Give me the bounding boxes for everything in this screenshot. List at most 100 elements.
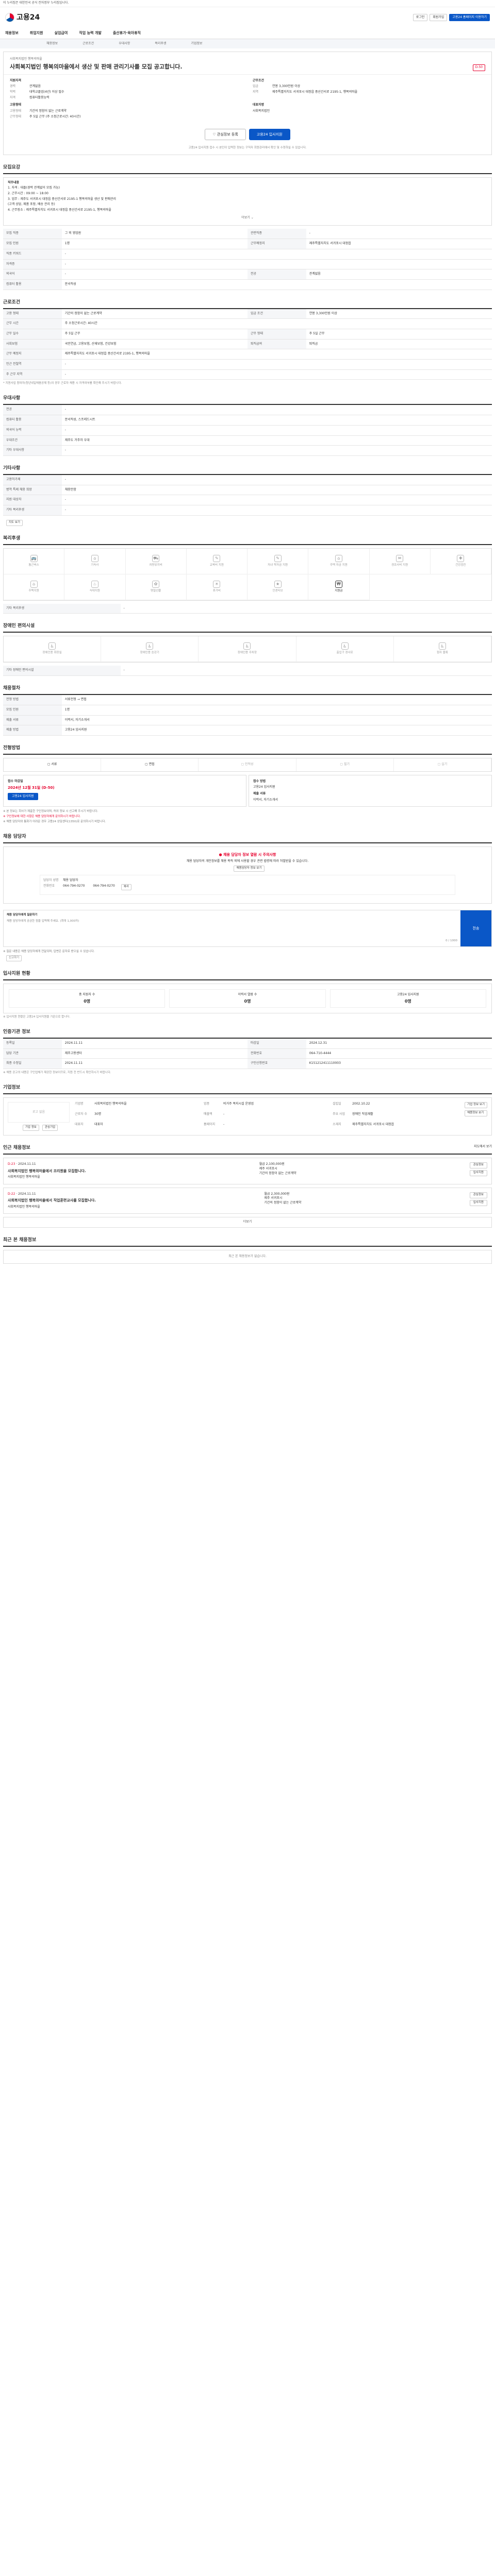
- tab[interactable]: 근로조건: [82, 42, 94, 46]
- label: 주요 사업: [333, 1112, 345, 1116]
- note: ※ 채용 담당자와 통화가 어려운 경우 고용24 상담센터(1350)로 문의…: [3, 820, 106, 824]
- stat-label: 이력서 열람 수: [238, 992, 257, 996]
- welfare-item: ✿ 명절선물: [125, 574, 187, 600]
- scrap-button[interactable]: 관심정보: [469, 1192, 487, 1198]
- row-value: 그 외 영업원: [61, 229, 248, 240]
- table-row: 병역 특례 채용 희망 채용안함: [3, 485, 492, 496]
- table-row: 모집 인원 1명: [3, 705, 492, 716]
- table-row: 사회보험 국민연금, 고용보험, 산재보험, 건강보험 퇴직급여 퇴직금: [3, 339, 492, 350]
- welfare-label: 휴가비: [212, 589, 221, 592]
- value: 비거주 복지시설 운영업: [223, 1102, 254, 1106]
- value: 대학교졸업(4년) 이상 필수: [29, 90, 64, 94]
- row-value: 주 5일 근무: [61, 329, 248, 340]
- table-row: 직종 키워드 -: [3, 249, 492, 260]
- tab[interactable]: 채용정보: [46, 42, 58, 46]
- row-value: -: [61, 495, 492, 506]
- value: 장애인 직업재활: [352, 1112, 373, 1116]
- company-detail-button[interactable]: 기업 정보 보기: [465, 1102, 487, 1109]
- label: 설립일: [333, 1102, 341, 1106]
- report-button[interactable]: 신고하기: [6, 955, 22, 961]
- table-row: 고용허가제 -: [3, 474, 492, 485]
- section-title: 근로조건: [3, 296, 492, 309]
- work-note: * 지원사업 참여자(청년내일채움공제 등)의 경우 근로자 채용 시 자격여부…: [3, 382, 122, 385]
- company-field: 근로자 수 30명: [75, 1112, 199, 1120]
- question-input[interactable]: 채용 담당자에게 질문하기 채용 담당자에게 궁금한 점을 입력해 주세요. (…: [4, 910, 460, 946]
- company-info-button[interactable]: 기업 정보: [22, 1125, 39, 1131]
- manager-section: 채용 담당자 ● 채용 담당자 정보 열람 시 주의사항 채용 담당자의 개인정…: [3, 831, 492, 904]
- deadline-apply-button[interactable]: 고용24 입사지원: [8, 792, 38, 801]
- duty-line: 3. 업무 : 제주도 서귀포시 대정읍 중산간서로 2195-1 행복의마을 …: [8, 197, 117, 201]
- method-item: ▢ 필기: [296, 758, 394, 771]
- pref-table: 전공 - 컴퓨터 활용 문서작성, 스프레드시트 외국어 능력 - 우대조건 제주도 거주자 …: [3, 405, 492, 456]
- row-label: 외국어 능력: [3, 425, 62, 436]
- nav-item[interactable]: 출산휴가·육아휴직: [113, 30, 141, 36]
- facility-item: ♿ 장애인용 화장실: [4, 636, 102, 663]
- company-field: 대표자 대표자: [75, 1123, 199, 1130]
- label: 고용형태: [10, 109, 22, 113]
- job-card[interactable]: D-23 · 2024.11.11 사회복지법인 행복의마을에서 조리원을 모집합…: [3, 1158, 492, 1184]
- scrap-button[interactable]: ♡ 관심정보 등록: [205, 128, 246, 140]
- map-link[interactable]: 지도에서 보기: [474, 1145, 492, 1151]
- header: 고용24 로그인 회원가입 고용24 홈페이지 이용하기: [0, 7, 495, 28]
- apply-button[interactable]: 입사지원: [469, 1170, 487, 1177]
- map-button[interactable]: 지도 보기: [6, 519, 23, 526]
- apply-button[interactable]: 입사지원: [469, 1199, 487, 1206]
- copy-button[interactable]: 복사: [121, 884, 131, 890]
- job-title[interactable]: 사회복지법인 행복의마을에서 조리원을 모집합니다.: [8, 1168, 86, 1174]
- facility-label: 장애인용 승강기: [140, 651, 159, 655]
- welfare-item: ♨ 식대지원: [64, 574, 126, 600]
- welfare-icon: ☀: [213, 580, 221, 588]
- scrap-button[interactable]: 관심정보: [469, 1162, 487, 1169]
- row-label: 전화번호: [247, 1048, 306, 1059]
- job-card[interactable]: D-22 · 2024.11.11 사회복지법인 행복의마을에서 직업훈련교사를 …: [3, 1187, 492, 1214]
- job-region: 제주 서귀포시: [259, 1166, 277, 1171]
- tab[interactable]: 우대사항: [119, 42, 130, 46]
- stat-label: 총 지원자 수: [78, 992, 95, 996]
- logo[interactable]: 고용24: [5, 12, 40, 23]
- company-logo-area: 로고 없음 기업 정보 관심기업: [8, 1102, 70, 1131]
- method-section: 전형방법 ▢ 서류 ▢ 면접 ▢ 인적성 ▢ 필기 ▢ 실기 접수 마감일 2024년 …: [3, 742, 492, 824]
- value: 채용 담당자: [63, 878, 78, 883]
- table-row: 최종 수정일 2024.11.11 구인신청번호 K151212411110003: [3, 1058, 492, 1070]
- fav-company-button[interactable]: 관심기업: [42, 1125, 58, 1131]
- row-label: 사회보험: [3, 339, 62, 350]
- table-row: 모집 직종 그 외 영업원 관련직종 -: [3, 229, 492, 240]
- qa-placeholder: 채용 담당자에게 궁금한 점을 입력해 주세요. (최대 1,000자): [7, 919, 79, 923]
- job-title[interactable]: 사회복지법인 행복의마을에서 직업훈련교사를 모집합니다.: [8, 1198, 96, 1203]
- welfare-item: ★ 인센티브: [248, 574, 309, 600]
- table-row: 제출 서류 이력서, 자기소개서: [3, 715, 492, 726]
- nav-item[interactable]: 실업급여: [55, 30, 68, 36]
- table-row: 등록일 2024.11.11 마감일 2024.12.31: [3, 1039, 492, 1049]
- duty-line: 1. 자격 : 대졸(경력 관계없이 모집 가능): [8, 186, 60, 190]
- tab[interactable]: 복리후생: [155, 42, 166, 46]
- nav-item[interactable]: 직업 능력 개발: [79, 30, 102, 36]
- welfare-item: ₩ 지원금: [308, 574, 370, 600]
- stat-value: 0명: [84, 998, 91, 1004]
- table-row: 컴퓨터 활용 문서작성: [3, 279, 492, 290]
- welfare-label: 경조사비 지원: [391, 563, 408, 567]
- company-jobs-button[interactable]: 채용정보 보기: [465, 1110, 487, 1117]
- method-notes: ※ 본 정보는 회사가 제출한 구인정보이며, 허위 정보 시 신고해 주시기 …: [3, 810, 492, 824]
- login-button[interactable]: 로그인: [412, 13, 428, 22]
- row-label: 근무 시간: [3, 318, 62, 330]
- value: 사회복지법인 행복의마을: [94, 1102, 127, 1106]
- tab[interactable]: 기업정보: [191, 42, 202, 46]
- job-title: 사회복지법인 행복의마을에서 생산 및 판매 관리기사를 모집 공고합니다.: [10, 63, 183, 70]
- view-manager-button[interactable]: 채용담당자 정보 보기: [234, 866, 265, 872]
- apply-button[interactable]: 고용24 입사지원: [249, 128, 290, 140]
- nav-item[interactable]: 취업지원: [30, 30, 43, 36]
- service-button[interactable]: 고용24 홈페이지 이용하기: [449, 13, 490, 22]
- company-name[interactable]: 사회복지법인 행복의마을: [10, 57, 183, 62]
- nav-item[interactable]: 채용정보: [5, 30, 19, 36]
- fax-value: 064-794-0270: [93, 884, 115, 888]
- signup-button[interactable]: 회원가입: [430, 13, 448, 22]
- receipt-heading: 접수 방법: [253, 779, 266, 783]
- section-title: 모집요강: [3, 161, 492, 174]
- row-value: 이력서, 자기소개서: [61, 715, 492, 726]
- more-button[interactable]: 더보기 ⌄: [8, 214, 487, 223]
- welfare-icon: ✎: [274, 554, 282, 562]
- value: 제주특별자치도 서귀포시 대정읍: [352, 1122, 394, 1126]
- more-jobs-button[interactable]: 더보기: [3, 1217, 492, 1228]
- send-button[interactable]: 전송: [460, 910, 491, 946]
- company-field: 업종 비거주 복지시설 운영업: [204, 1102, 327, 1110]
